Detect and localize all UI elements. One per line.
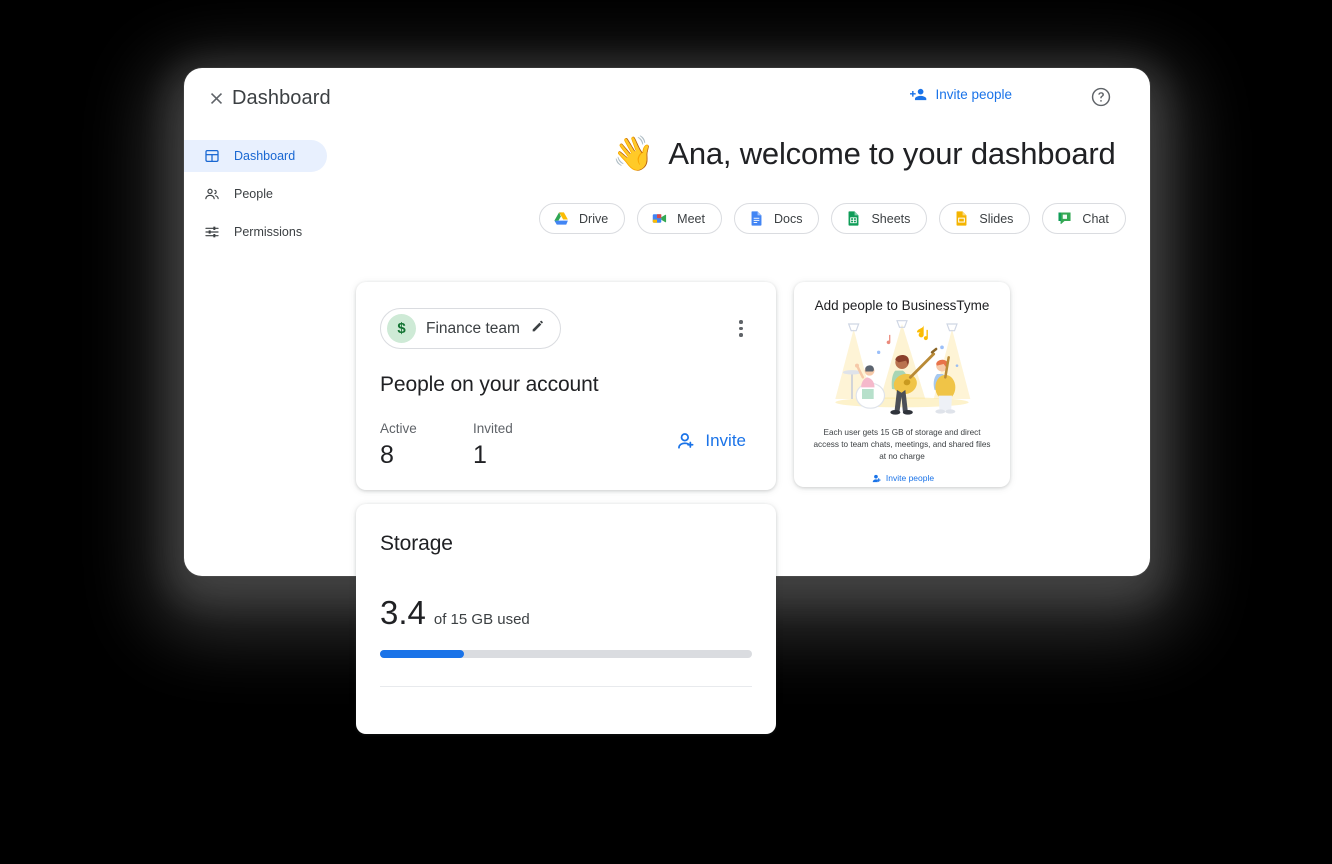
window-header: Dashboard Invite people (184, 68, 1150, 128)
add-people-promo-card: Add people to BusinessTyme Each user get… (794, 282, 1010, 487)
sidebar-item-permissions[interactable]: Permissions (184, 216, 327, 248)
app-chip-label: Meet (677, 211, 705, 226)
sidebar-item-label: People (234, 187, 273, 201)
invite-button-label: Invite (705, 431, 746, 450)
waving-hand-icon: 👋 (612, 135, 655, 173)
drive-icon (553, 210, 570, 227)
team-row: $ Finance team (380, 308, 752, 349)
app-chip-label: Slides (979, 211, 1014, 226)
promo-title: Add people to BusinessTyme (814, 298, 990, 313)
more-vert-icon[interactable] (730, 318, 752, 340)
storage-title: Storage (380, 532, 453, 555)
header-invite-people-label: Invite people (935, 87, 1012, 102)
promo-description: Each user gets 15 GB of storage and dire… (813, 428, 991, 461)
sidebar-item-people[interactable]: People (184, 178, 327, 210)
band-playing-music-illustration (818, 319, 986, 419)
sidebar-item-label: Permissions (234, 225, 303, 239)
people-card-heading: People on your account (380, 373, 599, 396)
app-shortcut-chips: Drive Meet Docs Sheets Slides Chat (539, 203, 1150, 234)
tune-icon (204, 224, 220, 240)
help-circle-icon[interactable] (1088, 84, 1114, 110)
page-title: Dashboard (232, 87, 331, 109)
team-name-label: Finance team (426, 319, 520, 337)
stat-invited: Invited 1 (473, 421, 566, 468)
people-on-account-card: $ Finance team People on your account Ac… (356, 282, 776, 490)
app-chip-label: Chat (1082, 211, 1109, 226)
storage-card: Storage 3.4 of 15 GB used (356, 504, 776, 734)
app-chip-label: Drive (579, 211, 609, 226)
app-chip-meet[interactable]: Meet (637, 203, 722, 234)
dashboard-icon (204, 148, 220, 164)
person-add-icon (678, 433, 694, 449)
meet-icon (651, 210, 668, 227)
people-stats: Active 8 Invited 1 Invite (380, 421, 752, 468)
storage-progress-fill (380, 650, 465, 658)
app-chip-slides[interactable]: Slides (939, 203, 1031, 234)
storage-amount: 3.4 of 15 GB used (380, 596, 752, 629)
app-chip-docs[interactable]: Docs (733, 203, 820, 234)
sidebar: Dashboard People Permissions (184, 140, 344, 254)
storage-used-value: 3.4 (380, 594, 426, 631)
stat-label: Invited (473, 421, 513, 436)
welcome-heading: 👋 Ana, welcome to your dashboard (612, 136, 1150, 172)
sheets-icon (845, 210, 862, 227)
welcome-text: Ana, welcome to your dashboard (668, 136, 1116, 171)
app-chip-chat[interactable]: Chat (1042, 203, 1126, 234)
pencil-icon[interactable] (530, 318, 546, 339)
main-content: 👋 Ana, welcome to your dashboard Drive M… (359, 136, 1150, 234)
screenshot-stage: Dashboard Invite people Dashboard People… (0, 0, 1332, 864)
docs-icon (748, 210, 765, 227)
people-icon (204, 186, 220, 202)
invite-button[interactable]: Invite (672, 430, 746, 452)
storage-used-suffix: of 15 GB used (433, 611, 530, 628)
stat-value: 1 (473, 441, 487, 469)
team-avatar: $ (387, 314, 416, 343)
stat-active: Active 8 (380, 421, 473, 468)
slides-icon (953, 210, 970, 227)
app-chip-label: Docs (773, 211, 803, 226)
team-selector-chip[interactable]: $ Finance team (380, 308, 561, 349)
promo-invite-people-button[interactable]: Invite people (870, 473, 934, 484)
stat-value: 8 (380, 441, 394, 469)
promo-link-label: Invite people (885, 473, 935, 484)
app-chip-label: Sheets (871, 211, 911, 226)
storage-divider (380, 686, 752, 687)
app-chip-drive[interactable]: Drive (539, 203, 626, 234)
stat-label: Active (380, 421, 417, 436)
sidebar-item-dashboard[interactable]: Dashboard (184, 140, 327, 172)
header-invite-people-button[interactable]: Invite people (910, 86, 1012, 103)
person-add-icon (872, 474, 881, 482)
app-chip-sheets[interactable]: Sheets (831, 203, 928, 234)
person-add-icon (910, 88, 927, 101)
close-icon[interactable] (202, 84, 230, 112)
chat-icon (1056, 210, 1073, 227)
storage-progress-bar[interactable] (380, 650, 752, 658)
sidebar-item-label: Dashboard (234, 149, 296, 163)
